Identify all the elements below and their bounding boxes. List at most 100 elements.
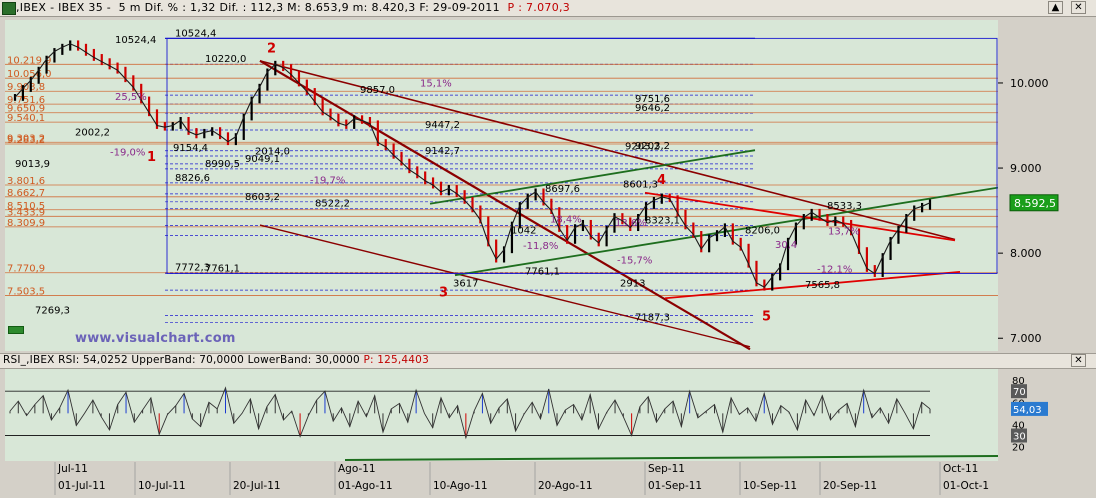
- chart-title-main: ,IBEX - IBEX 35 - 5 m Dif. % : 1,32 Dif.…: [16, 1, 500, 14]
- price-axis[interactable]: 10.000 9.000 8.000 7.000 8.592,5: [998, 20, 1096, 351]
- annotation-label: 9203,2: [625, 141, 660, 152]
- price-axis-svg: 10.000 9.000 8.000 7.000 8.592,5: [998, 77, 1059, 345]
- rsi-header-text: RSI_,IBEX RSI: 54,0252 UpperBand: 70,000…: [3, 354, 429, 366]
- level-label: 9447,2: [425, 120, 460, 131]
- annotation-label: 2913: [620, 278, 645, 289]
- month-label: Ago-11: [338, 463, 376, 475]
- rsi-upper-tag: 70: [1013, 387, 1026, 398]
- time-axis[interactable]: 01-Jul-11 10-Jul-11 20-Jul-11 01-Ago-11 10-A…: [0, 462, 1096, 495]
- annotation-label: -15,7%: [617, 255, 652, 266]
- level-label: 8603,2: [245, 192, 280, 203]
- annotation-label: 9154,4: [173, 143, 208, 154]
- level-label: 10524,4: [175, 28, 216, 39]
- rsi-chart-panel[interactable]: [5, 369, 999, 461]
- watermark-text: www.visualchart.com: [75, 331, 236, 346]
- rsi-axis-svg: 80604020703054,03: [1011, 376, 1048, 454]
- price-tag: 8.592,5: [1014, 197, 1056, 210]
- fib-label: 3.433,9: [7, 207, 45, 218]
- wave-label: 3: [439, 286, 448, 301]
- annotation-label: 18,4%: [550, 215, 582, 226]
- rsi-series-line: [9, 386, 931, 440]
- time-tick-label: 01-Ago-11: [338, 480, 393, 492]
- month-label: Oct-11: [943, 463, 978, 475]
- level-label: 9142,7: [425, 146, 460, 157]
- rsi-tick-label: 20: [1012, 443, 1025, 454]
- level-label: 8323,1: [645, 216, 680, 227]
- rsi-trend-line: [344, 455, 999, 461]
- price-chart-panel[interactable]: 10.219,9 10.056,0 9.903,8 9.751,6 9.650,9 9.5…: [5, 20, 999, 351]
- time-tick-label: 20-Jul-11: [233, 480, 281, 492]
- month-label: Jul-11: [57, 463, 88, 475]
- annotation-label: -19,7%: [310, 175, 345, 186]
- level-label: 7187,3: [635, 312, 670, 323]
- annotation-label: 13,7%: [828, 226, 860, 237]
- level-label: 7761,1: [205, 263, 240, 274]
- fib-label: 7.770,9: [7, 264, 45, 275]
- time-tick-label: 20-Ago-11: [538, 480, 593, 492]
- annotation-label: -11,8%: [523, 241, 558, 252]
- time-tick-label: 20-Sep-11: [823, 480, 877, 492]
- annotation-label: 2002,2: [75, 128, 110, 139]
- channel-upper: [429, 149, 756, 205]
- rsi-value-tag: 54,03: [1013, 405, 1042, 416]
- close-button[interactable]: ✕: [1071, 1, 1086, 14]
- fib-label: 9.283,2: [7, 135, 45, 146]
- level-label: 8206,0: [745, 226, 780, 237]
- rsi-header-p: P: 125,4403: [363, 354, 429, 366]
- wave-label: 4: [657, 173, 666, 188]
- month-label: Sep-11: [648, 463, 685, 475]
- level-label: 8697,6: [545, 184, 580, 195]
- wave-label: 5: [762, 309, 771, 324]
- time-axis-svg: 01-Jul-11 10-Jul-11 20-Jul-11 01-Ago-11 10-A…: [54, 462, 989, 495]
- annotation-label: 8601,3: [623, 180, 658, 191]
- rsi-axis[interactable]: 80604020703054,03: [998, 369, 1096, 461]
- price-chart-svg: 10.219,910.056,09.903,89.751,69.650,99.5…: [5, 28, 999, 351]
- annotation-label: 1042: [511, 226, 536, 237]
- level-label: 10220,0: [205, 54, 246, 65]
- scroll-up-button[interactable]: ▲: [1048, 1, 1063, 14]
- price-tick-label: 10.000: [1010, 77, 1049, 90]
- trend-line-lower: [259, 224, 751, 348]
- annotation-label: 3617: [453, 278, 478, 289]
- annotation-label: 10524,4: [115, 35, 156, 46]
- rsi-header: RSI_,IBEX RSI: 54,0252 UpperBand: 70,000…: [0, 353, 1096, 369]
- level-label: 7269,3: [35, 305, 70, 316]
- rsi-chart-svg: [5, 386, 999, 461]
- price-tick-label: 7.000: [1010, 332, 1042, 345]
- level-label: 9646,2: [635, 103, 670, 114]
- level-label: 8990,5: [205, 159, 240, 170]
- fib-label: 8.662,7: [7, 188, 45, 199]
- window-titlebar: ,IBEX - IBEX 35 - 5 m Dif. % : 1,32 Dif.…: [0, 0, 1096, 17]
- time-tick-label: 01-Jul-11: [58, 480, 106, 492]
- chart-app-icon: [2, 2, 16, 15]
- fib-label: 10.056,0: [7, 69, 52, 80]
- time-tick-label: 10-Jul-11: [138, 480, 186, 492]
- level-label: 7565,8: [805, 280, 840, 291]
- chart-title-p: P : 7.070,3: [507, 1, 571, 14]
- rsi-header-main: RSI_,IBEX RSI: 54,0252 UpperBand: 70,000…: [3, 354, 360, 366]
- price-tick-label: 8.000: [1010, 247, 1042, 260]
- annotation-label: 30,4: [775, 240, 797, 251]
- annotation-label: -19,0%: [110, 147, 145, 158]
- fib-label: 3.801,6: [7, 176, 45, 187]
- annotation-label: 2014,0: [255, 146, 290, 157]
- annotation-label: 25,5%: [115, 92, 147, 103]
- fib-label: 9.540,1: [7, 113, 45, 124]
- annotation-label: 7761,1: [525, 266, 560, 277]
- annotation-label: 13,6%: [615, 218, 647, 229]
- fib-label: 7.503,5: [7, 286, 45, 297]
- level-label: 9857,0: [360, 85, 395, 96]
- fib-label: 8.309,9: [7, 218, 45, 229]
- level-label: 8522,2: [315, 199, 350, 210]
- level-label: 8826,6: [175, 173, 210, 184]
- annotation-label: 8533,3: [827, 201, 862, 212]
- level-label: 7772,3: [175, 263, 210, 274]
- rsi-close-button[interactable]: ✕: [1071, 354, 1086, 367]
- time-tick-label: 10-Ago-11: [433, 480, 488, 492]
- time-tick-label: 10-Sep-11: [743, 480, 797, 492]
- fib-label: 9.903,8: [7, 82, 45, 93]
- wave-label: 1: [147, 150, 156, 165]
- legend-swatch: [8, 326, 24, 334]
- wave-label: 2: [267, 41, 276, 56]
- annotation-label: 15,1%: [420, 78, 452, 89]
